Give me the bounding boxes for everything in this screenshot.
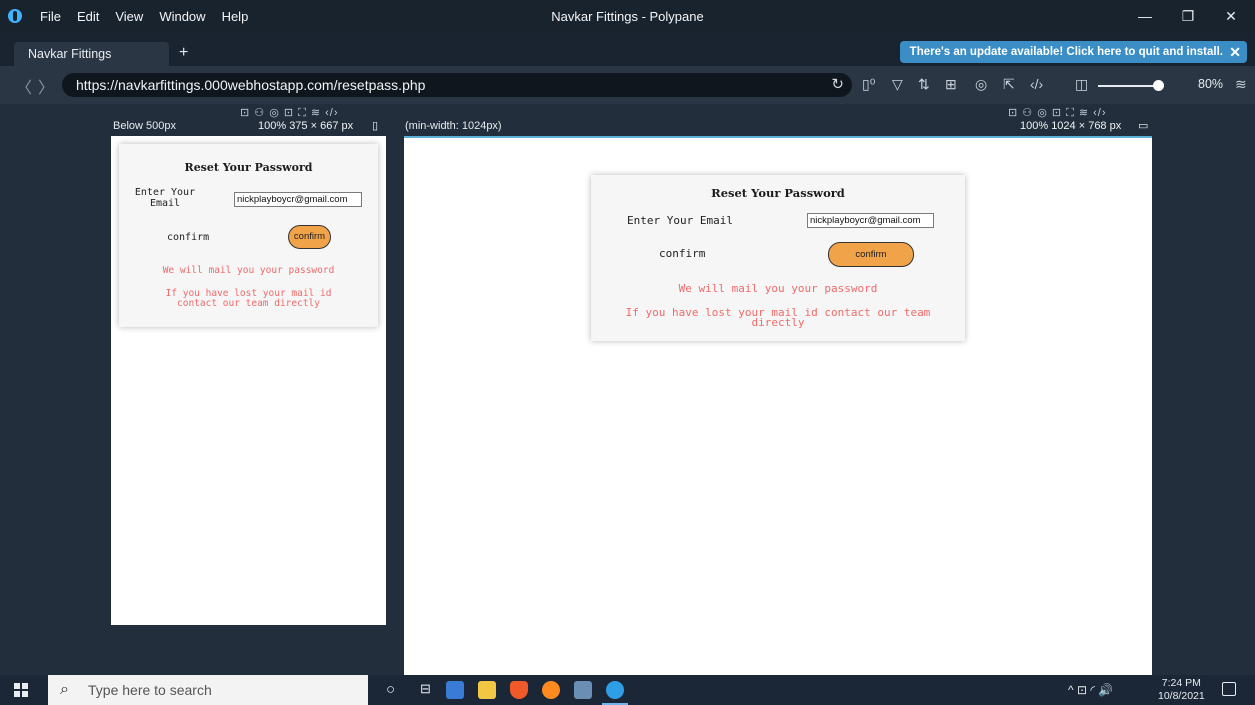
clock[interactable]: 7:24 PM 10/8/2021 bbox=[1158, 677, 1205, 703]
pane-large-dims[interactable]: 100% 1024 × 768 px bbox=[1020, 120, 1121, 132]
menu-window[interactable]: Window bbox=[151, 9, 213, 24]
windows-start-icon[interactable] bbox=[14, 683, 28, 697]
close-window-button[interactable]: ✕ bbox=[1210, 0, 1252, 32]
layout-icon[interactable]: ▯⁰ bbox=[862, 76, 875, 93]
sidebar-icon[interactable]: ◫ bbox=[1075, 76, 1088, 93]
brave-icon[interactable] bbox=[510, 681, 528, 699]
confirm-label-small: confirm bbox=[167, 232, 210, 243]
reset-card-large: Reset Your Password Enter Your Email nic… bbox=[591, 175, 965, 341]
screenshot-icon[interactable]: ◎ bbox=[975, 76, 987, 93]
tray-icons[interactable]: ^ ⊡ ◜ 🔊 bbox=[1068, 683, 1113, 697]
email-label-small-line2: Email bbox=[149, 198, 181, 209]
confirm-label-large: confirm bbox=[659, 247, 706, 260]
search-icon: ⌕ bbox=[60, 681, 69, 698]
mail-message-large: We will mail you your password bbox=[678, 282, 878, 295]
filter-icon[interactable]: ▽ bbox=[892, 76, 903, 93]
pane-large-tools[interactable]: ⊡ ⚇ ◎ ⊡ ⛶ ≋ ‹/› bbox=[1008, 106, 1107, 120]
confirm-button-small[interactable]: confirm bbox=[288, 225, 331, 249]
email-field-large[interactable]: nickplayboycr@gmail.com bbox=[807, 213, 934, 228]
workspace: Below 500px ⊡ ⚇ ◎ ⊡ ⛶ ≋ ‹/› 100% 375 × 6… bbox=[0, 104, 1255, 675]
clock-date: 10/8/2021 bbox=[1158, 690, 1205, 702]
notification-icon[interactable] bbox=[1222, 682, 1236, 696]
cortana-icon[interactable]: ○ bbox=[386, 681, 395, 698]
pane-small-label: Below 500px bbox=[113, 120, 176, 132]
sync-scroll-icon[interactable]: ⇅ bbox=[918, 76, 930, 93]
viewport-large: Reset Your Password Enter Your Email nic… bbox=[404, 136, 1152, 675]
screens-icon[interactable]: ⊞ bbox=[945, 76, 957, 93]
restore-button[interactable]: ❐ bbox=[1167, 0, 1209, 32]
reload-icon[interactable]: ↻ bbox=[831, 73, 844, 97]
zoom-slider-handle[interactable] bbox=[1153, 80, 1164, 91]
devtools-icon[interactable]: ‹/› bbox=[1030, 76, 1043, 92]
email-label-small: Enter Your Email bbox=[131, 187, 199, 209]
url-bar[interactable]: https://navkarfittings.000webhostapp.com… bbox=[62, 73, 852, 97]
pane-large-label: (min-width: 1024px) bbox=[405, 120, 502, 132]
menu-help[interactable]: Help bbox=[214, 9, 257, 24]
task-view-icon[interactable]: ⊟ bbox=[420, 681, 431, 697]
search-placeholder: Type here to search bbox=[88, 682, 212, 698]
tab-navkar-fittings[interactable]: Navkar Fittings bbox=[14, 42, 169, 66]
new-tab-button[interactable]: + bbox=[179, 44, 188, 62]
lost-message-small: If you have lost your mail id contact ou… bbox=[119, 289, 378, 309]
zoom-level: 80% bbox=[1198, 77, 1224, 91]
inspect-icon[interactable]: ⇱ bbox=[1003, 76, 1015, 93]
menu-file[interactable]: File bbox=[32, 9, 69, 24]
menu-view[interactable]: View bbox=[107, 9, 151, 24]
reset-title-small: Reset Your Password bbox=[184, 161, 313, 174]
email-field-small[interactable]: nickplayboycr@gmail.com bbox=[234, 192, 362, 207]
zoom-slider[interactable] bbox=[1098, 85, 1160, 87]
polypane-taskbar-icon[interactable] bbox=[606, 681, 624, 699]
device-phone-icon[interactable]: ▯ bbox=[372, 119, 378, 132]
minimize-button[interactable]: — bbox=[1124, 0, 1166, 32]
device-desktop-icon[interactable]: ▭ bbox=[1138, 119, 1148, 132]
app-icon-5[interactable] bbox=[574, 681, 592, 699]
app-icon-1[interactable] bbox=[446, 681, 464, 699]
email-label-small-line1: Enter Your bbox=[134, 187, 196, 198]
clock-time: 7:24 PM bbox=[1161, 677, 1201, 689]
address-toolbar: 〈 〉 https://navkarfittings.000webhostapp… bbox=[0, 66, 1255, 104]
firefox-icon[interactable] bbox=[542, 681, 560, 699]
forward-button[interactable]: 〉 bbox=[38, 74, 54, 98]
update-notice-text: There's an update available! Click here … bbox=[909, 46, 1223, 58]
lost-message-small-line2: contact our team directly bbox=[177, 298, 320, 309]
title-bar: File Edit View Window Help Navkar Fittin… bbox=[0, 0, 1255, 32]
pane-small-tools[interactable]: ⊡ ⚇ ◎ ⊡ ⛶ ≋ ‹/› bbox=[240, 106, 339, 120]
update-close-icon[interactable]: ✕ bbox=[1229, 41, 1241, 63]
mail-message-small: We will mail you your password bbox=[162, 265, 335, 276]
update-notice-button[interactable]: There's an update available! Click here … bbox=[899, 41, 1247, 63]
email-label-large: Enter Your Email bbox=[627, 214, 733, 227]
url-text: https://navkarfittings.000webhostapp.com… bbox=[76, 77, 426, 93]
confirm-button-large[interactable]: confirm bbox=[828, 242, 914, 267]
menu-edit[interactable]: Edit bbox=[69, 9, 107, 24]
lost-message-large: If you have lost your mail id contact ou… bbox=[591, 307, 965, 329]
back-button[interactable]: 〈 bbox=[16, 74, 32, 98]
reset-card-small: Reset Your Password Enter Your Email nic… bbox=[119, 144, 378, 327]
polypane-logo-icon bbox=[8, 9, 22, 23]
settings-sliders-icon[interactable]: ≋ bbox=[1235, 76, 1247, 93]
file-explorer-icon[interactable] bbox=[478, 681, 496, 699]
taskbar: ⌕ Type here to search ○ ⊟ ^ ⊡ ◜ 🔊 7:24 P… bbox=[0, 675, 1255, 705]
reset-title-large: Reset Your Password bbox=[711, 186, 845, 200]
taskbar-search[interactable]: ⌕ Type here to search bbox=[48, 675, 368, 705]
pane-small-dims[interactable]: 100% 375 × 667 px bbox=[258, 120, 353, 132]
tab-bar: Navkar Fittings + There's an update avai… bbox=[0, 32, 1255, 66]
viewport-small: Reset Your Password Enter Your Email nic… bbox=[111, 136, 386, 625]
lost-message-large-line2: directly bbox=[751, 316, 805, 329]
